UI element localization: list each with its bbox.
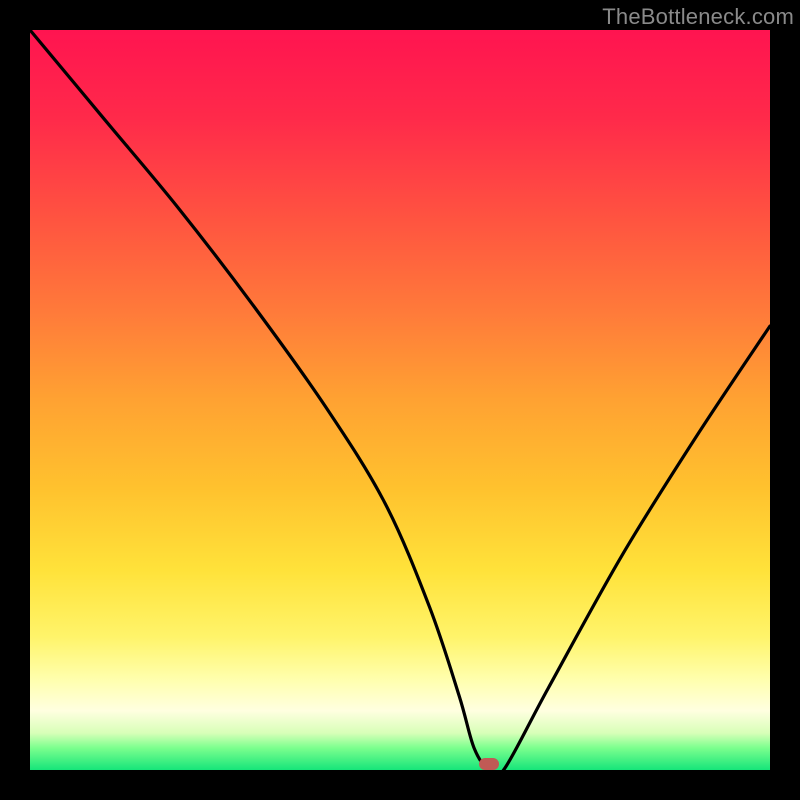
bottleneck-marker xyxy=(479,758,499,770)
chart-frame: TheBottleneck.com xyxy=(0,0,800,800)
watermark-text: TheBottleneck.com xyxy=(602,4,794,30)
plot-area xyxy=(30,30,770,770)
bottleneck-curve xyxy=(30,30,770,770)
